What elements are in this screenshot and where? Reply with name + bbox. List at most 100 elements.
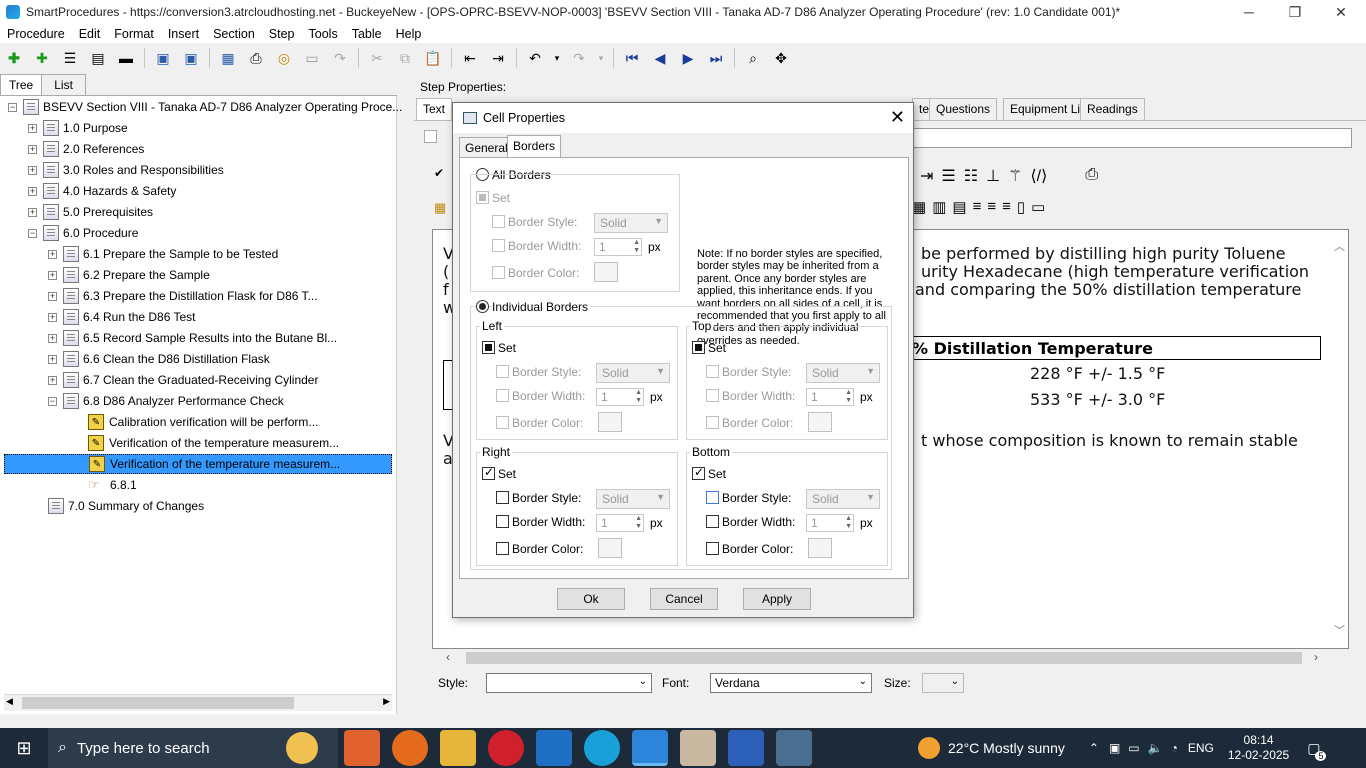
table-cell[interactable]: 533 °F +/- 3.0 °F [1030, 390, 1165, 409]
top-width-checkbox[interactable] [706, 389, 719, 402]
all-width-checkbox[interactable] [492, 239, 505, 252]
source-code-icon[interactable]: ⟨/⟩ [1030, 166, 1047, 186]
spinner-arrows-icon[interactable]: ▲ ▼ [635, 389, 642, 405]
redo-dropdown-icon[interactable]: ▾ [596, 47, 606, 69]
opera-icon[interactable] [488, 730, 524, 766]
scroll-right-icon[interactable]: › [1314, 650, 1318, 664]
menu-table[interactable]: Table [345, 27, 389, 41]
windows-start-icon[interactable]: ⊞ [0, 728, 48, 768]
zoom-icon[interactable]: ⌕ [742, 47, 764, 69]
all-set-checkbox[interactable] [476, 191, 489, 204]
tree-item-selected[interactable]: ✎ Verification of the temperature measure… [4, 454, 392, 474]
close-icon[interactable]: ✕ [890, 107, 905, 128]
undo-icon[interactable]: ↶ [524, 47, 546, 69]
tree-item[interactable]: +6.3 Prepare the Distillation Flask for … [48, 286, 318, 306]
scroll-thumb[interactable] [466, 652, 1302, 664]
individual-borders-radio[interactable] [476, 300, 489, 313]
ok-button[interactable]: Ok [557, 588, 625, 610]
volume-icon[interactable]: 🔈 [1148, 741, 1163, 755]
format-icon[interactable]: ▦ [434, 200, 446, 216]
left-width-spinner[interactable]: 1 ▲ ▼ [596, 388, 644, 406]
tree-item[interactable]: 7.0 Summary of Changes [48, 496, 204, 516]
collapse-icon[interactable]: − [28, 228, 37, 238]
tab-general[interactable]: General [459, 137, 514, 157]
expand-icon[interactable]: + [28, 144, 37, 154]
tree-item[interactable]: +4.0 Hazards & Safety [28, 181, 176, 201]
tree-item[interactable]: +1.0 Purpose [28, 118, 128, 138]
outdent-icon[interactable]: ⇤ [459, 47, 481, 69]
insert-line-icon[interactable]: ⊥ [986, 166, 1000, 186]
tree-horizontal-scrollbar[interactable]: ◀ ▶ [4, 694, 392, 711]
style-select[interactable]: ⌄ [486, 673, 652, 693]
left-set-checkbox[interactable] [482, 341, 495, 354]
horizontal-rule-icon[interactable]: ▭ [1031, 198, 1045, 216]
battery-icon[interactable]: ▭ [1128, 741, 1139, 755]
right-width-checkbox[interactable] [496, 515, 509, 528]
app-icon[interactable] [680, 730, 716, 766]
menu-help[interactable]: Help [389, 27, 429, 41]
last-icon[interactable]: ⏭ [705, 47, 727, 69]
tree-item[interactable]: +2.0 References [28, 139, 144, 159]
all-style-checkbox[interactable] [492, 215, 505, 228]
menu-step[interactable]: Step [262, 27, 302, 41]
copilot-icon[interactable] [344, 730, 380, 766]
tree-item[interactable]: +6.4 Run the D86 Test [48, 307, 196, 327]
file-explorer-icon[interactable] [440, 730, 476, 766]
redo-disabled-icon[interactable]: ↷ [329, 47, 351, 69]
tab-questions[interactable]: Questions [929, 98, 998, 120]
menu-insert[interactable]: Insert [161, 27, 206, 41]
option-checkbox[interactable] [424, 130, 437, 143]
magic-wand-icon[interactable]: ⚚ [1008, 166, 1022, 186]
spinner-arrows-icon[interactable]: ▲ ▼ [845, 389, 852, 405]
collapse-icon[interactable]: − [48, 396, 57, 406]
cut-icon[interactable]: ✂ [366, 47, 388, 69]
expand-icon[interactable]: + [48, 354, 57, 364]
next-icon[interactable]: ▶ [677, 47, 699, 69]
notification-icon[interactable]: ▢ 5 [1307, 740, 1327, 761]
previous-icon[interactable]: ◀ [649, 47, 671, 69]
insert-column-icon[interactable]: ▥ [932, 198, 946, 216]
expand-icon[interactable]: + [48, 333, 57, 343]
scroll-thumb[interactable] [22, 697, 294, 709]
all-color-checkbox[interactable] [492, 266, 505, 279]
weather-widget-icon[interactable] [286, 732, 318, 764]
close-window-button[interactable]: ✕ [1318, 0, 1364, 24]
collapse-icon[interactable]: − [8, 102, 17, 112]
minimize-button[interactable]: ─ [1226, 0, 1272, 24]
tree-item[interactable]: +3.0 Roles and Responsibilities [28, 160, 224, 180]
align-center-icon[interactable]: ≡ [987, 198, 996, 216]
publish-icon[interactable]: ▦ [217, 47, 239, 69]
spinner-arrows-icon[interactable]: ▲ ▼ [845, 515, 852, 531]
left-color-swatch[interactable] [598, 412, 622, 432]
add-icon[interactable]: ✚ [3, 47, 25, 69]
bottom-style-checkbox[interactable] [706, 491, 719, 504]
cancel-button[interactable]: Cancel [650, 588, 718, 610]
numbered-list-icon[interactable]: ☷ [964, 166, 978, 186]
tree-item[interactable]: +6.2 Prepare the Sample [48, 265, 210, 285]
tree-item[interactable]: +6.7 Clean the Graduated-Receiving Cylin… [48, 370, 318, 390]
save-icon[interactable]: ▣ [180, 47, 202, 69]
tree-item[interactable]: +6.5 Record Sample Results into the Buta… [48, 328, 337, 348]
bulleted-list-icon[interactable]: ☰ [941, 166, 955, 186]
restore-button[interactable]: ❐ [1272, 0, 1318, 24]
tab-list[interactable]: List [41, 74, 86, 95]
first-icon[interactable]: ⏮ [621, 47, 643, 69]
scroll-left-icon[interactable]: ◀ [6, 696, 13, 707]
right-color-swatch[interactable] [598, 538, 622, 558]
all-style-dropdown[interactable]: Solid ▼ [594, 213, 668, 233]
left-style-dropdown[interactable]: Solid ▼ [596, 363, 670, 383]
print-icon[interactable]: ⎙ [245, 47, 267, 69]
open-icon[interactable]: ▣ [152, 47, 174, 69]
bottom-color-checkbox[interactable] [706, 542, 719, 555]
tree-root[interactable]: − BSEVV Section VIII - Tanaka AD-7 D86 A… [8, 97, 402, 117]
top-set-checkbox[interactable] [692, 341, 705, 354]
globe-icon[interactable]: ◎ [273, 47, 295, 69]
network-icon[interactable]: ▣ [1109, 741, 1120, 755]
bottom-width-checkbox[interactable] [706, 515, 719, 528]
expand-icon[interactable]: + [48, 270, 57, 280]
right-style-checkbox[interactable] [496, 491, 509, 504]
menu-procedure[interactable]: Procedure [0, 27, 72, 41]
properties-icon[interactable]: ▤ [87, 47, 109, 69]
table-cell[interactable]: 228 °F +/- 1.5 °F [1030, 364, 1165, 383]
bottom-set-checkbox[interactable] [692, 465, 705, 480]
